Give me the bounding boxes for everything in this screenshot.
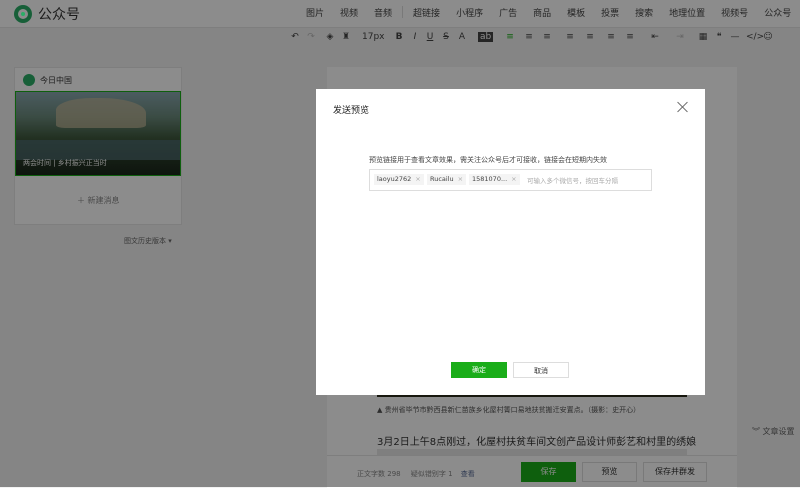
tag-remove-icon[interactable]: ×: [458, 175, 463, 183]
tag-label: laoyu2762: [377, 175, 412, 183]
tag-remove-icon[interactable]: ×: [511, 175, 516, 183]
wechat-id-placeholder[interactable]: 可输入多个微信号，按回车分隔: [527, 175, 618, 185]
wechat-id-tag[interactable]: Rucailu ×: [427, 174, 467, 185]
wechat-id-tag[interactable]: 1581070... ×: [469, 174, 520, 185]
tag-remove-icon[interactable]: ×: [415, 175, 420, 183]
dialog-title: 发送预览: [333, 106, 370, 116]
wechat-id-tag[interactable]: laoyu2762 ×: [374, 174, 424, 185]
cancel-button[interactable]: 取消: [513, 362, 569, 378]
wechat-id-input[interactable]: laoyu2762 × Rucailu × 1581070... × 可输入多个微信号…: [369, 169, 652, 191]
send-preview-dialog: 发送预览 预览链接用于查看文章效果，需关注公众号后才可接收，链接会在短期内失效 …: [316, 89, 705, 395]
tag-label: Rucailu: [430, 175, 454, 183]
confirm-button[interactable]: 确定: [451, 362, 507, 378]
dialog-hint: 预览链接用于查看文章效果，需关注公众号后才可接收，链接会在短期内失效: [369, 156, 607, 164]
close-icon[interactable]: [677, 101, 689, 113]
tag-label: 1581070...: [472, 175, 508, 183]
